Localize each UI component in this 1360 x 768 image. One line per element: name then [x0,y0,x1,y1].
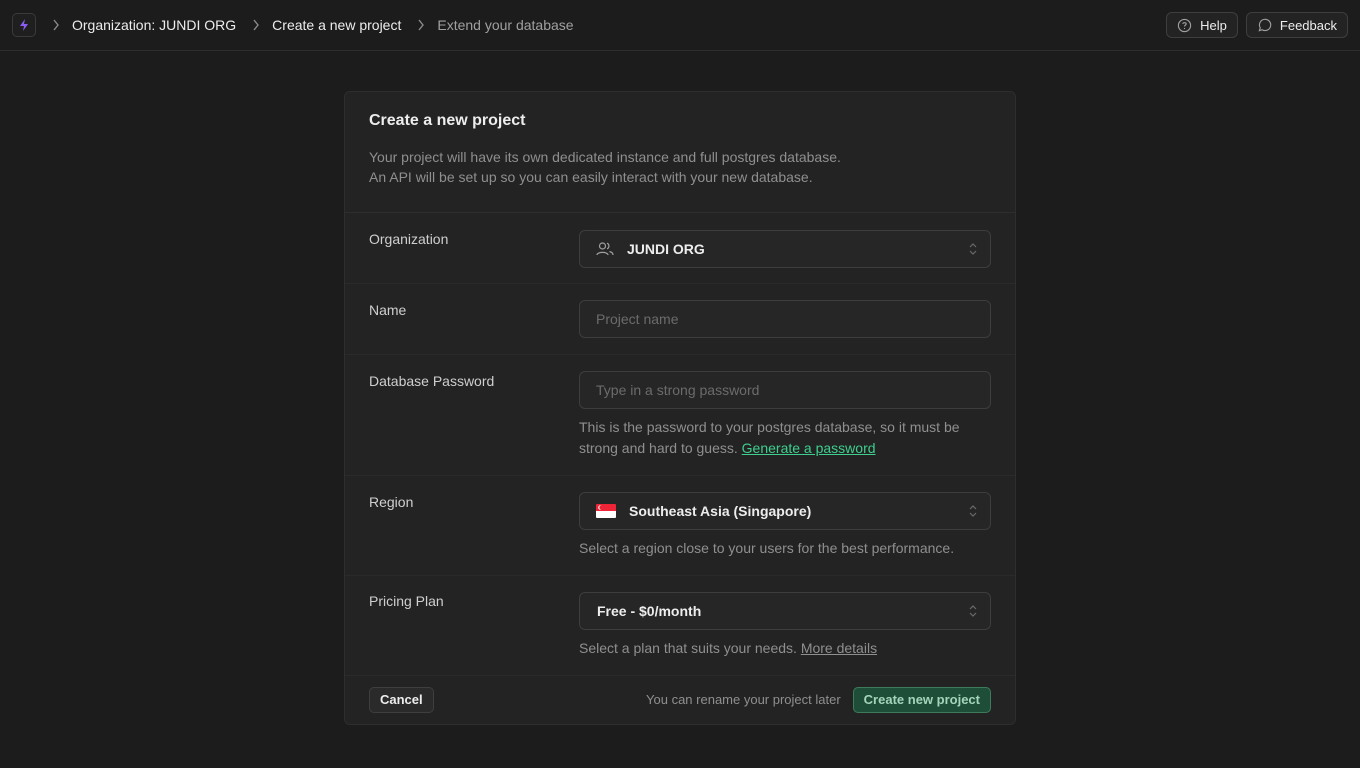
chevron-up-down-icon [969,605,977,617]
password-help: This is the password to your postgres da… [579,417,991,459]
pricing-plan-label: Pricing Plan [369,593,444,609]
panel-footer: Cancel You can rename your project later… [345,675,1015,724]
region-value: Southeast Asia (Singapore) [629,503,812,519]
organization-select[interactable]: JUNDI ORG [579,230,991,268]
organization-label: Organization [369,231,449,247]
page-title: Create a new project [369,112,526,129]
organization-row: Organization JUNDI ORG [345,213,1015,284]
singapore-flag-icon [596,504,616,518]
name-label: Name [369,302,407,318]
bolt-icon [20,19,28,31]
database-password-input[interactable]: Type in a strong password [579,371,991,409]
pricing-help: Select a plan that suits your needs. Mor… [579,638,991,659]
region-label: Region [369,494,414,510]
region-row: Region Southeast Asia (Singapore) Select… [345,476,1015,576]
region-select[interactable]: Southeast Asia (Singapore) [579,492,991,530]
pricing-help-text: Select a plan that suits your needs. [579,640,797,656]
users-icon [596,242,614,256]
create-project-button[interactable]: Create new project [852,686,991,713]
help-label: Help [1200,17,1227,33]
chevron-right-icon [52,19,60,31]
cancel-button[interactable]: Cancel [369,686,434,713]
breadcrumb-extend-database: Extend your database [437,17,574,33]
app-logo[interactable] [12,13,36,37]
chevron-up-down-icon [969,243,977,255]
rename-note: You can rename your project later [646,692,841,707]
project-name-placeholder: Project name [596,311,679,327]
panel-description: Your project will have its own dedicated… [369,147,991,187]
password-help-line-2: strong and hard to guess. [579,440,738,456]
feedback-label: Feedback [1279,17,1337,33]
name-row: Name Project name [345,284,1015,355]
help-button[interactable]: Help [1166,12,1238,38]
breadcrumb-create-project[interactable]: Create a new project [272,17,401,33]
create-project-panel: Create a new project Your project will h… [344,91,1016,725]
breadcrumb-organization[interactable]: Organization: JUNDI ORG [72,17,236,33]
pricing-plan-value: Free - $0/month [597,603,702,619]
chevron-right-icon [252,19,260,31]
description-line-2: An API will be set up so you can easily … [369,169,813,185]
organization-value: JUNDI ORG [627,241,705,257]
chevron-right-icon [417,19,425,31]
message-circle-icon [1258,18,1272,32]
pricing-row: Pricing Plan Free - $0/month Select a pl… [345,576,1015,676]
top-bar: Organization: JUNDI ORG Create a new pro… [0,0,1360,51]
password-help-line-1: This is the password to your postgres da… [579,419,960,435]
project-name-input[interactable]: Project name [579,300,991,338]
feedback-button[interactable]: Feedback [1245,12,1348,38]
password-placeholder: Type in a strong password [596,382,760,398]
more-details-link[interactable]: More details [801,640,877,656]
description-line-1: Your project will have its own dedicated… [369,149,841,165]
pricing-plan-select[interactable]: Free - $0/month [579,592,991,630]
header-actions: Help Feedback [1166,12,1348,38]
chevron-up-down-icon [969,505,977,517]
help-circle-icon [1178,18,1192,32]
password-row: Database Password Type in a strong passw… [345,355,1015,476]
password-label: Database Password [369,373,495,389]
region-help: Select a region close to your users for … [579,540,955,556]
panel-header: Create a new project Your project will h… [345,92,1015,213]
generate-password-link[interactable]: Generate a password [742,440,876,456]
